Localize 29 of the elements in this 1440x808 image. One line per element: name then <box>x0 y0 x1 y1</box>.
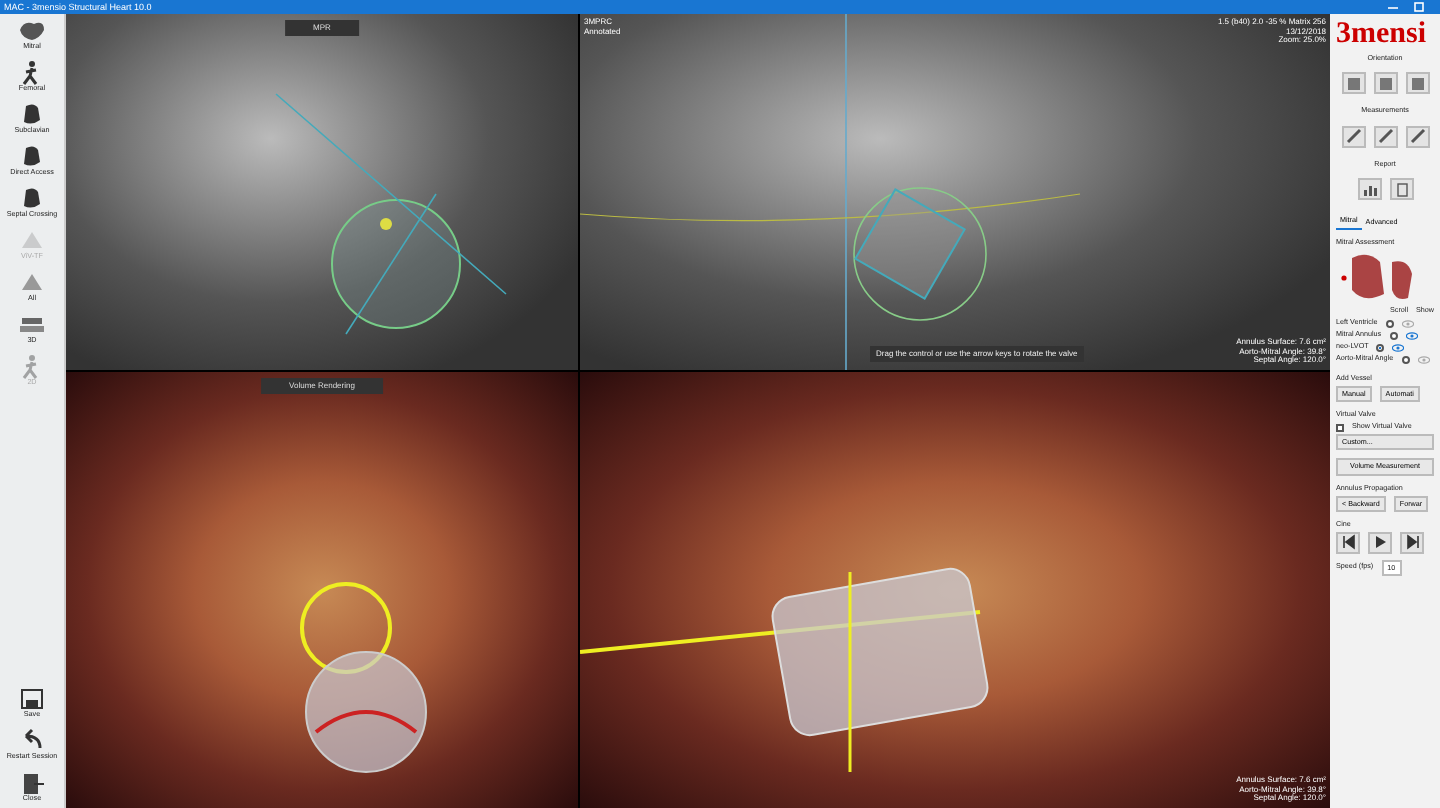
tool-button[interactable] <box>1373 72 1397 95</box>
cine-button[interactable] <box>1368 531 1392 554</box>
cine-button[interactable] <box>1336 531 1360 554</box>
logo-text: 3mensi <box>1336 18 1428 50</box>
tool-button[interactable] <box>1389 178 1413 201</box>
step-back-icon <box>1340 534 1356 551</box>
valve-icon <box>16 227 48 254</box>
step-forward-icon <box>1404 534 1420 551</box>
save-icon <box>16 686 48 713</box>
tool-button[interactable] <box>1405 125 1429 148</box>
radio-button[interactable] <box>1389 331 1398 340</box>
chart-icon <box>1361 181 1377 198</box>
valve-icon <box>16 269 48 296</box>
eye-icon[interactable] <box>1405 331 1418 340</box>
tool-button[interactable] <box>1357 178 1381 201</box>
radio-button[interactable] <box>1376 343 1385 352</box>
heart-icon <box>16 18 48 44</box>
tool-button[interactable] <box>1373 125 1397 148</box>
cine-button[interactable] <box>1400 531 1424 554</box>
checkbox[interactable] <box>1336 423 1344 432</box>
page-icon <box>1393 181 1409 198</box>
play-icon <box>1372 534 1388 551</box>
tool-button[interactable] <box>1341 72 1365 95</box>
maximize-icon <box>1414 0 1424 14</box>
tool-button[interactable] <box>1405 72 1429 95</box>
radio-button[interactable] <box>1401 355 1410 364</box>
radio-button[interactable] <box>1385 319 1394 328</box>
eye-icon[interactable] <box>1392 343 1405 352</box>
tool-button[interactable] <box>1341 125 1365 148</box>
